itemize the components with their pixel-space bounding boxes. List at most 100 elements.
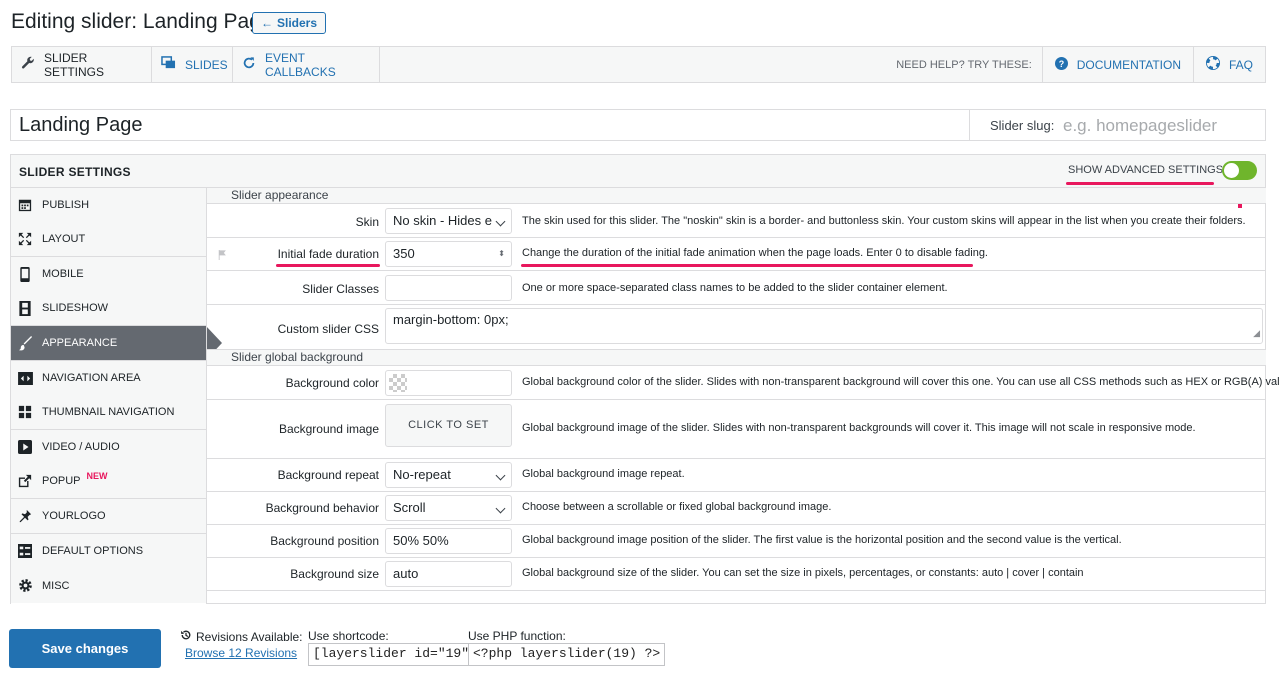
setting-row-skin: Skin No skin - Hides e The skin used for… — [207, 204, 1266, 238]
resize-handle-icon[interactable]: ◢ — [1253, 324, 1260, 342]
question-icon: ? — [1054, 56, 1068, 73]
sidebar-item-thumbnail-navigation[interactable]: THUMBNAIL NAVIGATION — [11, 395, 206, 430]
tab-slider-settings[interactable]: SLIDER SETTINGS — [12, 47, 152, 82]
save-changes-button[interactable]: Save changes — [9, 629, 161, 668]
sidebar-item-video-audio[interactable]: VIDEO / AUDIO — [11, 430, 206, 465]
page-title: Editing slider: Landing Page — [11, 10, 273, 33]
custom-css-textarea[interactable]: margin-bottom: 0px; ◢ — [385, 308, 1263, 344]
setting-label: Background repeat — [277, 468, 379, 482]
background-color-input[interactable] — [385, 370, 512, 396]
slug-input[interactable]: e.g. homepageslider — [1063, 116, 1217, 136]
setting-description: Global background color of the slider. S… — [522, 376, 1280, 388]
sidebar-item-label: POPUP — [42, 475, 81, 487]
sidebar-item-label: NAVIGATION AREA — [42, 372, 141, 384]
sidebar-item-publish[interactable]: PUBLISH — [11, 188, 206, 223]
slider-name-input[interactable]: Landing Page — [19, 114, 142, 137]
sidebar-item-label: APPEARANCE — [42, 337, 118, 349]
sidebar-item-navigation-area[interactable]: NAVIGATION AREA — [11, 361, 206, 396]
browse-revisions-link[interactable]: Browse 12 Revisions — [185, 646, 297, 660]
back-to-sliders-button[interactable]: ← Sliders — [252, 12, 327, 34]
advanced-settings-toggle[interactable] — [1222, 161, 1257, 180]
setting-description: One or more space-separated class names … — [522, 282, 948, 294]
chevron-down-icon — [495, 503, 506, 514]
pin-icon — [17, 508, 33, 524]
panel-title: SLIDER SETTINGS — [19, 165, 131, 179]
background-behavior-select[interactable]: Scroll — [385, 495, 512, 521]
new-badge: NEW — [86, 471, 108, 481]
setting-description: Global background size of the slider. Yo… — [522, 567, 1084, 579]
spinner-icon[interactable]: ⬍ — [498, 242, 505, 266]
fade-duration-input[interactable]: 350 ⬍ — [385, 241, 512, 267]
back-button-label: Sliders — [277, 16, 318, 30]
setting-label: Custom slider CSS — [277, 322, 379, 336]
tab-label: SLIDES — [185, 57, 228, 72]
sidebar-item-label: MISC — [42, 579, 70, 592]
slider-classes-input[interactable] — [385, 275, 512, 301]
sidebar-item-popup[interactable]: POPUP NEW — [11, 464, 206, 499]
tab-event-callbacks[interactable]: EVENT CALLBACKS — [233, 47, 380, 82]
revisions-info: Revisions Available: — [180, 629, 303, 644]
sidebar-item-yourlogo[interactable]: YOURLOGO — [11, 499, 206, 534]
help-label: NEED HELP? TRY THESE: — [896, 58, 1032, 71]
sidebar-item-misc[interactable]: MISC — [11, 568, 206, 603]
background-size-input[interactable]: auto — [385, 561, 512, 587]
setting-label: Slider Classes — [302, 282, 379, 296]
arrow-left-icon: ← — [261, 16, 273, 30]
play-icon — [17, 439, 33, 455]
setting-description: Global background image repeat. — [522, 468, 685, 480]
tab-slides[interactable]: SLIDES — [152, 47, 233, 82]
sidebar-item-label: SLIDESHOW — [42, 302, 109, 314]
sidebar-item-default-options[interactable]: DEFAULT OPTIONS — [11, 534, 206, 569]
background-repeat-select[interactable]: No-repeat — [385, 462, 512, 488]
slides-icon — [161, 56, 176, 73]
panel-header: SLIDER SETTINGS SHOW ADVANCED SETTINGS — [11, 155, 1265, 188]
sidebar-item-label: DEFAULT OPTIONS — [42, 545, 144, 557]
settings-panel: SLIDER SETTINGS SHOW ADVANCED SETTINGS P… — [10, 154, 1280, 604]
setting-description: Change the duration of the initial fade … — [522, 247, 988, 259]
setting-label: Background size — [290, 567, 379, 581]
setting-description: The skin used for this slider. The "nosk… — [522, 215, 1246, 227]
setting-row-background-position: Background position 50% 50% Global backg… — [207, 525, 1266, 558]
textarea-value: margin-bottom: 0px; — [393, 312, 509, 327]
documentation-link[interactable]: ? DOCUMENTATION — [1041, 47, 1193, 82]
sidebar-item-mobile[interactable]: MOBILE — [11, 257, 206, 292]
slider-name-bar: Landing Page Slider slug: e.g. homepages… — [10, 109, 1266, 141]
setting-row-background-behavior: Background behavior Scroll Choose betwee… — [207, 492, 1266, 525]
setting-row-custom-css: Custom slider CSS margin-bottom: 0px; ◢ — [207, 305, 1266, 350]
chevron-down-icon — [495, 470, 506, 481]
faq-link[interactable]: FAQ — [1192, 47, 1265, 82]
sidebar-item-label: VIDEO / AUDIO — [42, 441, 120, 453]
history-icon — [180, 629, 192, 644]
sidebar-item-slideshow[interactable]: SLIDESHOW — [11, 291, 206, 326]
expand-icon — [17, 231, 33, 247]
sidebar-item-label: YOURLOGO — [42, 510, 106, 522]
highlight-underline — [521, 264, 973, 267]
setting-label: Background position — [270, 534, 379, 548]
highlight-underline — [276, 264, 380, 267]
toggle-knob — [1224, 163, 1239, 178]
highlight-underline — [1066, 182, 1214, 185]
setting-row-background-repeat: Background repeat No-repeat Global backg… — [207, 459, 1266, 492]
sidebar-item-appearance[interactable]: APPEARANCE — [11, 326, 222, 361]
background-position-input[interactable]: 50% 50% — [385, 528, 512, 554]
sidebar-item-layout[interactable]: LAYOUT — [11, 222, 206, 257]
sidebar-item-label: LAYOUT — [42, 233, 86, 245]
gear-icon — [17, 578, 33, 594]
film-icon — [17, 300, 33, 316]
setting-label: Background image — [278, 422, 379, 436]
shortcode-field[interactable]: [layerslider id="19"] — [308, 643, 482, 666]
color-swatch-icon[interactable] — [389, 374, 407, 392]
grid-icon — [17, 404, 33, 420]
settings-sidebar: PUBLISH LAYOUT MOBILE SLIDESHOW APPEARAN… — [11, 188, 222, 604]
setting-row-background-image: Background image CLICK TO SET Global bac… — [207, 400, 1266, 459]
skin-select[interactable]: No skin - Hides e — [385, 208, 512, 234]
setting-row-slider-classes: Slider Classes One or more space-separat… — [207, 271, 1266, 305]
refresh-icon — [242, 56, 256, 73]
set-background-image-button[interactable]: CLICK TO SET — [385, 404, 512, 447]
php-function-field[interactable]: <?php layerslider(19) ?> — [468, 643, 666, 666]
flag-icon — [218, 247, 227, 265]
sidebar-item-label: PUBLISH — [42, 199, 90, 211]
divider — [969, 110, 970, 140]
help-bar: NEED HELP? TRY THESE: ? DOCUMENTATION FA… — [896, 47, 1265, 82]
options-icon — [17, 543, 33, 559]
